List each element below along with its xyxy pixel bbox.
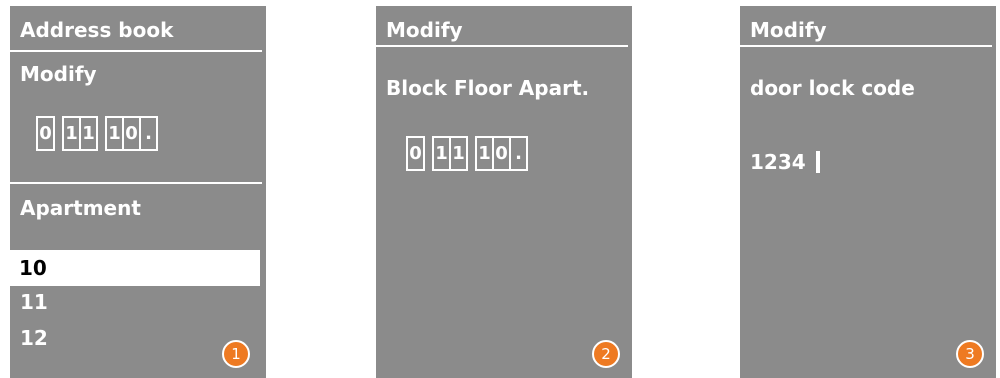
address-book-screen: Address book Modify 0 1 1 1 0 . Apartmen… — [10, 6, 266, 378]
apartment-section-label: Apartment — [20, 196, 141, 220]
title-divider — [376, 45, 628, 47]
title-divider — [740, 45, 992, 47]
code-cell: 1 — [79, 116, 98, 151]
code-cell: 0 — [36, 116, 55, 151]
section-divider — [10, 182, 262, 184]
step-badge: 2 — [592, 340, 620, 368]
screen-subtitle: Modify — [20, 62, 97, 86]
field-label: door lock code — [750, 76, 915, 100]
screen-title: Modify — [386, 18, 463, 42]
door-lock-code-input[interactable]: 1234 — [750, 150, 806, 174]
step-badge: 1 — [222, 340, 250, 368]
code-cell: . — [139, 116, 158, 151]
title-divider — [10, 50, 262, 52]
text-cursor-icon — [816, 151, 820, 173]
code-cell[interactable]: . — [509, 136, 528, 171]
screen-title: Modify — [750, 18, 827, 42]
code-cell[interactable]: 0 — [406, 136, 425, 171]
step-badge: 3 — [956, 340, 984, 368]
door-lock-code-screen: Modify door lock code 1234 3 — [740, 6, 996, 378]
apartment-list-item[interactable]: 12 — [20, 326, 48, 350]
screen-title: Address book — [20, 18, 174, 42]
code-cell[interactable]: 1 — [449, 136, 468, 171]
field-label: Block Floor Apart. — [386, 76, 590, 100]
apartment-list-item[interactable]: 11 — [20, 290, 48, 314]
modify-address-screen: Modify Block Floor Apart. 0 1 1 1 0 . 2 — [376, 6, 632, 378]
apartment-list-item-selected[interactable]: 10 — [10, 250, 260, 286]
